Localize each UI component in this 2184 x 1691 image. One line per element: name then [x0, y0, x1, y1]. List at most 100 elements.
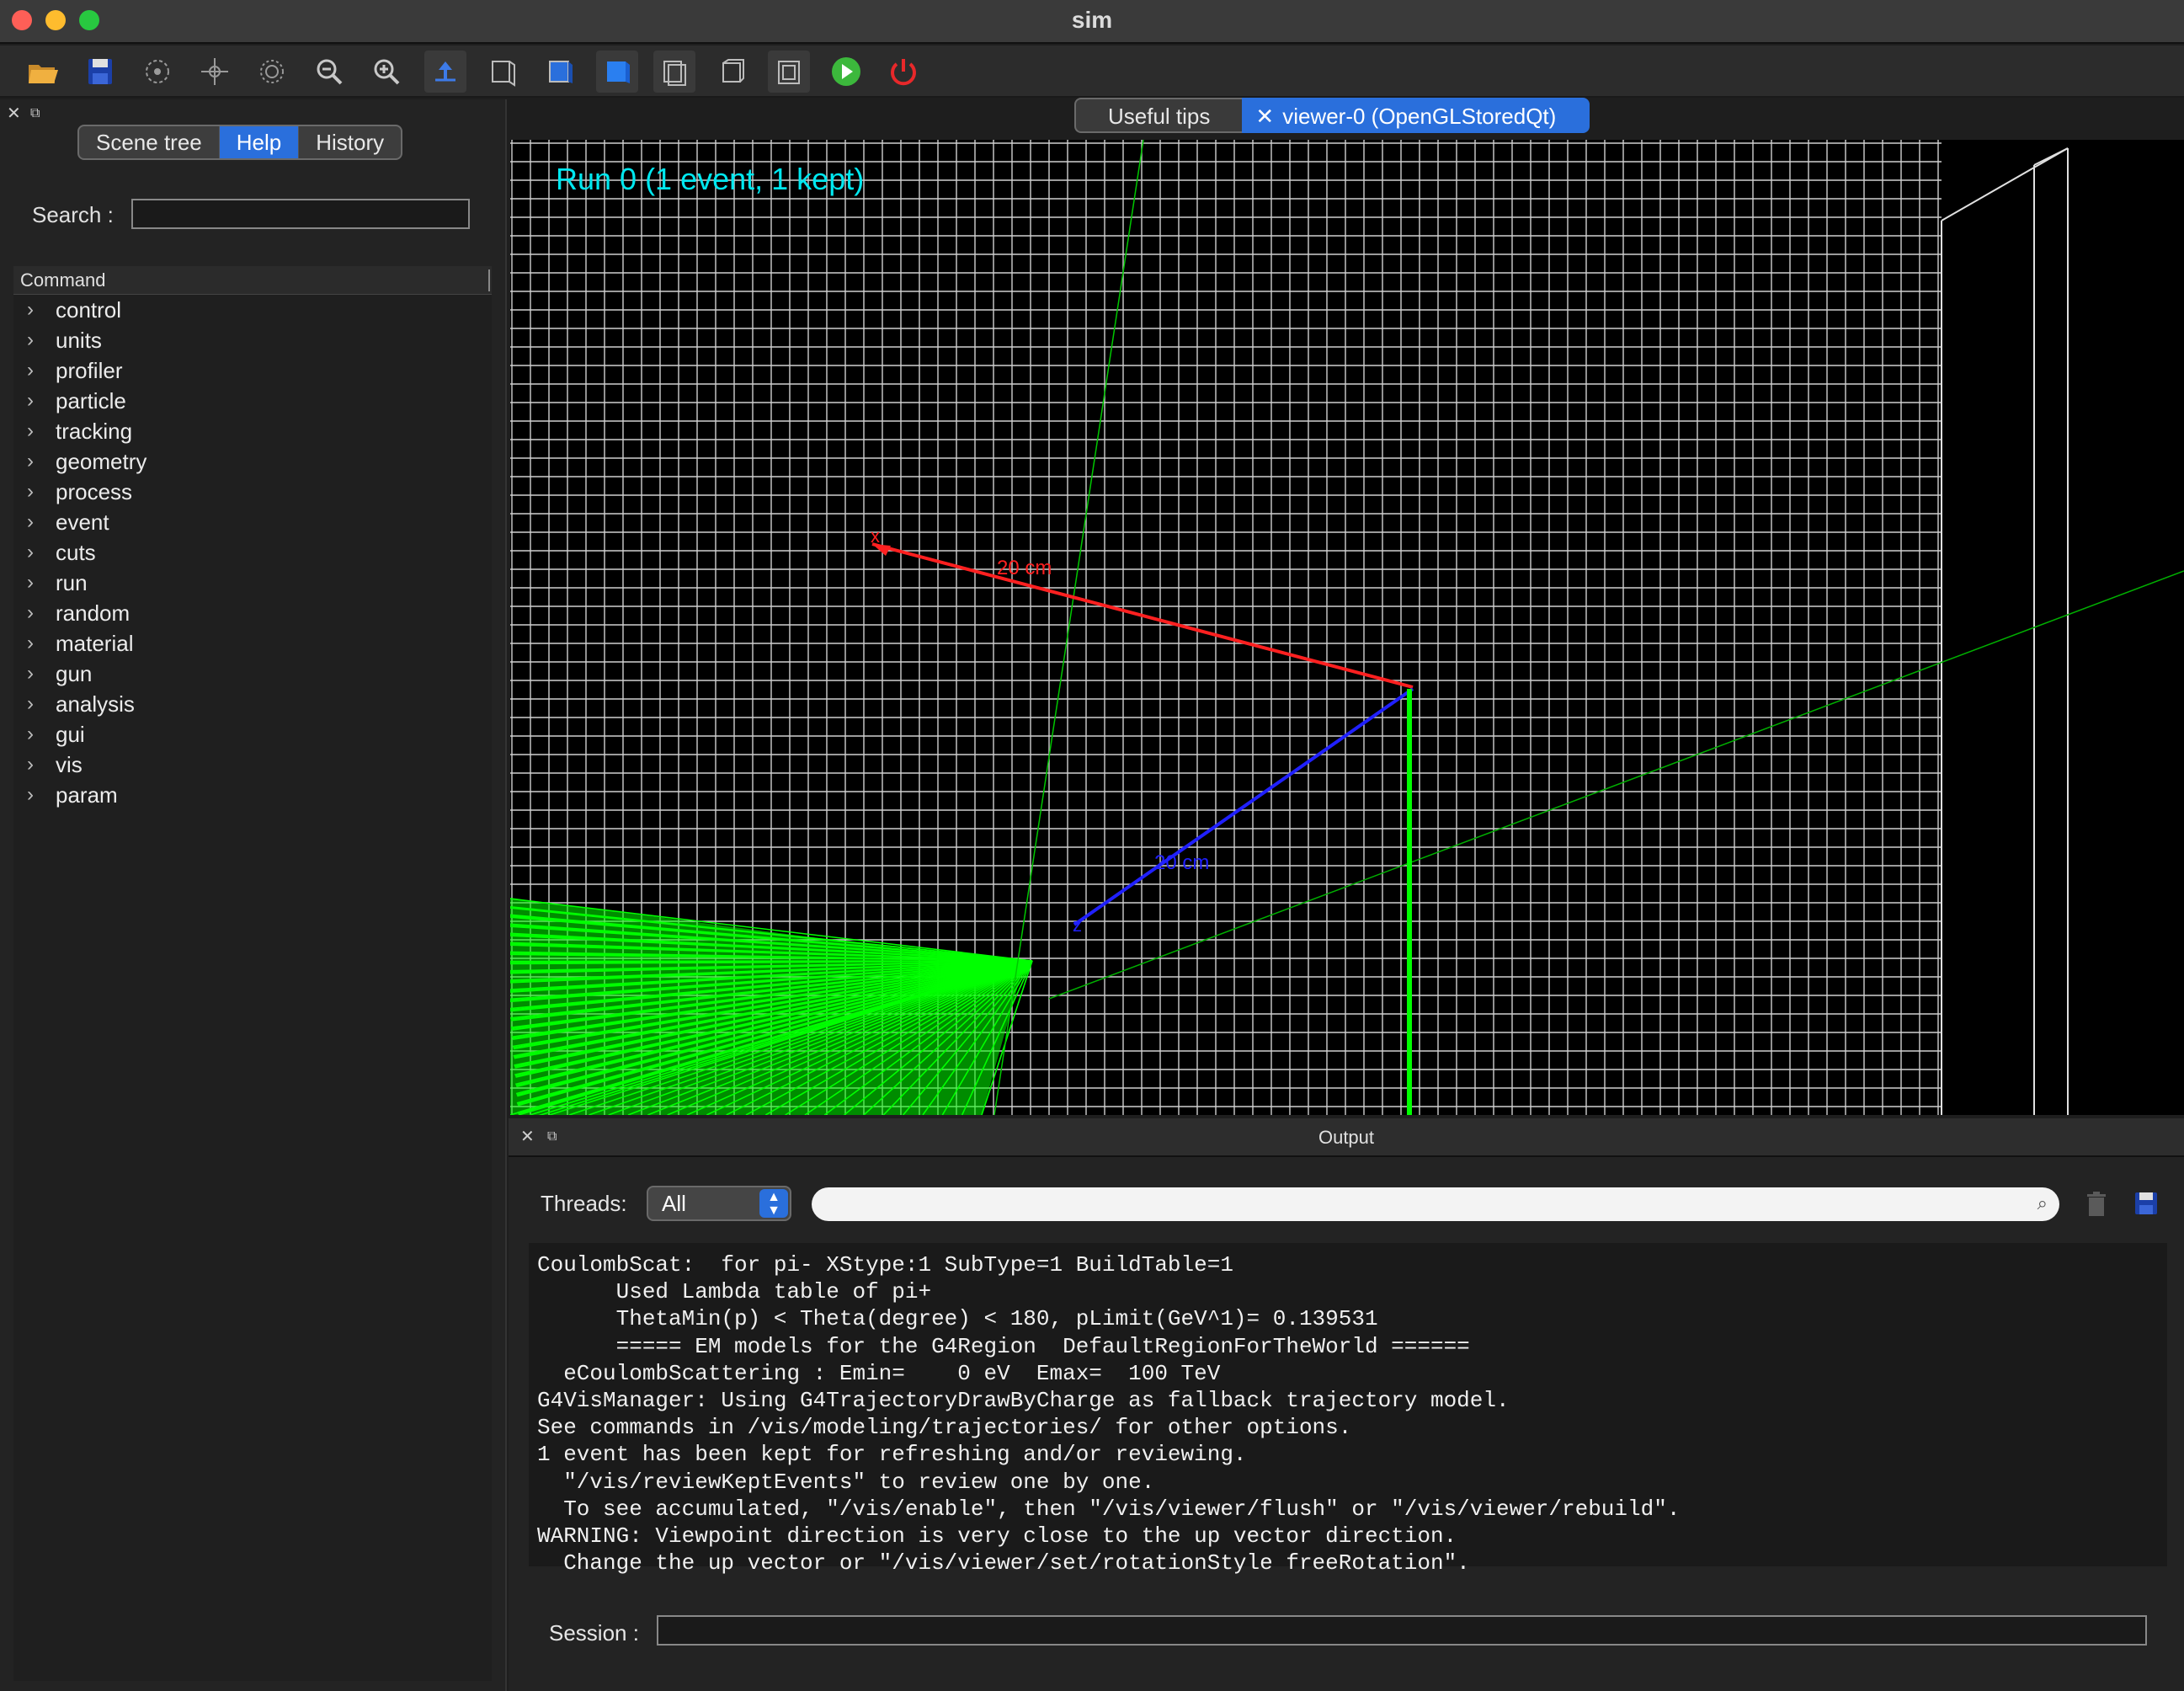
chevron-right-icon[interactable]: ›: [13, 480, 56, 504]
tab-viewer-0[interactable]: ✕ viewer-0 (OpenGLStoredQt): [1242, 98, 1590, 133]
output-filter-input[interactable]: ⌕: [812, 1187, 2059, 1221]
command-item[interactable]: › units: [13, 325, 492, 355]
command-item[interactable]: › geometry: [13, 446, 492, 477]
command-item[interactable]: › cuts: [13, 537, 492, 568]
chevron-right-icon[interactable]: ›: [13, 510, 56, 534]
trash-icon[interactable]: [2086, 1191, 2107, 1218]
command-item[interactable]: › analysis: [13, 689, 492, 719]
command-item[interactable]: › control: [13, 295, 492, 325]
chevron-right-icon[interactable]: ›: [13, 298, 56, 322]
scene-canvas[interactable]: x 20 cm z 20 cm: [510, 140, 2184, 1115]
output-line: eCoulombScattering : Emin= 0 eV Emax= 10…: [537, 1360, 1221, 1386]
opengl-viewer[interactable]: x 20 cm z 20 cm Run 0 (1 event, 1 kept): [510, 140, 2184, 1115]
command-item-label: geometry: [56, 448, 147, 474]
command-item[interactable]: › particle: [13, 386, 492, 416]
z-axis-line: [1073, 687, 1414, 926]
toolbar: [0, 45, 2184, 98]
command-item[interactable]: › tracking: [13, 416, 492, 446]
help-dock: ✕ ⧉ Scene tree Help History Search : Com…: [0, 99, 507, 1691]
hidden-surface-icon[interactable]: [768, 51, 810, 93]
output-line: WARNING: Viewpoint direction is very clo…: [537, 1523, 1457, 1550]
chevron-right-icon[interactable]: ›: [13, 541, 56, 564]
command-item-label: random: [56, 600, 131, 626]
run-beam-icon[interactable]: [825, 51, 867, 93]
command-item-label: profiler: [56, 357, 123, 383]
command-item-label: tracking: [56, 418, 133, 444]
command-item[interactable]: › process: [13, 477, 492, 507]
command-tree: Command › control › units › profiler › particle…: [13, 266, 492, 1681]
zoom-in-icon[interactable]: [365, 51, 408, 93]
chevron-right-icon[interactable]: ›: [13, 359, 56, 382]
axis-guide-line: [993, 140, 1144, 1115]
tab-scene-tree[interactable]: Scene tree: [79, 126, 220, 158]
command-item-label: gui: [56, 721, 85, 747]
tab-help[interactable]: Help: [219, 126, 300, 158]
chevron-right-icon[interactable]: ›: [13, 753, 56, 776]
search-label: Search :: [32, 202, 114, 227]
dock-float-icon[interactable]: ⧉: [30, 105, 47, 122]
command-item[interactable]: › profiler: [13, 355, 492, 386]
command-item[interactable]: › run: [13, 568, 492, 598]
save-icon[interactable]: [79, 51, 121, 93]
output-dock: ✕ ⧉ Output Threads: All ▲ ▼ ⌕ CoulombScat…: [509, 1118, 2184, 1691]
chevron-right-icon[interactable]: ›: [13, 723, 56, 746]
command-item-label: vis: [56, 751, 83, 777]
output-line: G4VisManager: Using G4TrajectoryDrawByCh…: [537, 1388, 1510, 1414]
search-input[interactable]: [131, 199, 470, 229]
stop-icon[interactable]: [882, 51, 924, 93]
dock-tab-bar: Scene tree Help History: [77, 125, 403, 160]
command-item-label: cuts: [56, 539, 96, 565]
viewer-tab-bar: Useful tips ✕ viewer-0 (OpenGLStoredQt): [1074, 98, 1590, 135]
open-folder-icon[interactable]: [22, 51, 64, 93]
threads-select[interactable]: All ▲ ▼: [647, 1186, 791, 1221]
run-info-label: Run 0 (1 event, 1 kept): [556, 162, 865, 196]
chevron-right-icon[interactable]: ›: [13, 571, 56, 595]
chevron-right-icon[interactable]: ›: [13, 662, 56, 685]
hidden-line-icon[interactable]: [653, 51, 695, 93]
tab-viewer-label: viewer-0 (OpenGLStoredQt): [1282, 104, 1557, 129]
dock-close-icon[interactable]: ✕: [7, 105, 24, 122]
zoom-out-icon[interactable]: [308, 51, 350, 93]
command-item[interactable]: › material: [13, 628, 492, 659]
threads-label: Threads:: [541, 1191, 627, 1216]
command-column-header[interactable]: Command: [13, 266, 492, 295]
chevron-right-icon[interactable]: ›: [13, 601, 56, 625]
command-item[interactable]: › random: [13, 598, 492, 628]
chevron-right-icon[interactable]: ›: [13, 692, 56, 716]
perspective-icon[interactable]: [424, 51, 466, 93]
chevron-right-icon[interactable]: ›: [13, 450, 56, 473]
output-line: CoulombScat: for pi- XStype:1 SubType=1 …: [537, 1252, 1233, 1278]
surface-icon[interactable]: [596, 51, 638, 93]
output-title: Output: [1318, 1127, 1375, 1148]
command-item[interactable]: › gun: [13, 659, 492, 689]
command-item[interactable]: › param: [13, 780, 492, 810]
x-axis-label: 20 cm: [997, 557, 1052, 579]
save-output-icon[interactable]: [2133, 1191, 2159, 1216]
chevron-right-icon[interactable]: ›: [13, 783, 56, 807]
move-icon[interactable]: [194, 51, 236, 93]
output-line: 1 event has been kept for refreshing and…: [537, 1442, 1247, 1468]
solid-icon[interactable]: [539, 51, 581, 93]
chevron-right-icon[interactable]: ›: [13, 328, 56, 352]
chevron-right-icon[interactable]: ›: [13, 632, 56, 655]
tab-close-icon[interactable]: ✕: [1255, 104, 1274, 129]
rotate-icon[interactable]: [136, 51, 178, 93]
output-console[interactable]: CoulombScat: for pi- XStype:1 SubType=1 …: [529, 1243, 2167, 1576]
command-item[interactable]: › vis: [13, 749, 492, 780]
command-item-label: material: [56, 630, 134, 656]
output-line: ThetaMin(p) < Theta(degree) < 180, pLimi…: [537, 1306, 1378, 1332]
hidden-line-removal-icon[interactable]: [711, 51, 753, 93]
pick-icon[interactable]: [251, 51, 293, 93]
tab-useful-tips[interactable]: Useful tips: [1074, 98, 1243, 133]
command-item-label: analysis: [56, 691, 135, 717]
command-list: › control › units › profiler › particle › trackin…: [13, 295, 492, 810]
command-item-label: control: [56, 296, 122, 323]
command-item[interactable]: › event: [13, 507, 492, 537]
command-item[interactable]: › gui: [13, 719, 492, 749]
chevron-right-icon[interactable]: ›: [13, 389, 56, 413]
tab-history[interactable]: History: [299, 126, 401, 158]
wireframe-icon[interactable]: [482, 51, 524, 93]
chevron-right-icon[interactable]: ›: [13, 419, 56, 443]
session-input[interactable]: [657, 1615, 2147, 1646]
x-axis-marker: x: [871, 525, 880, 547]
